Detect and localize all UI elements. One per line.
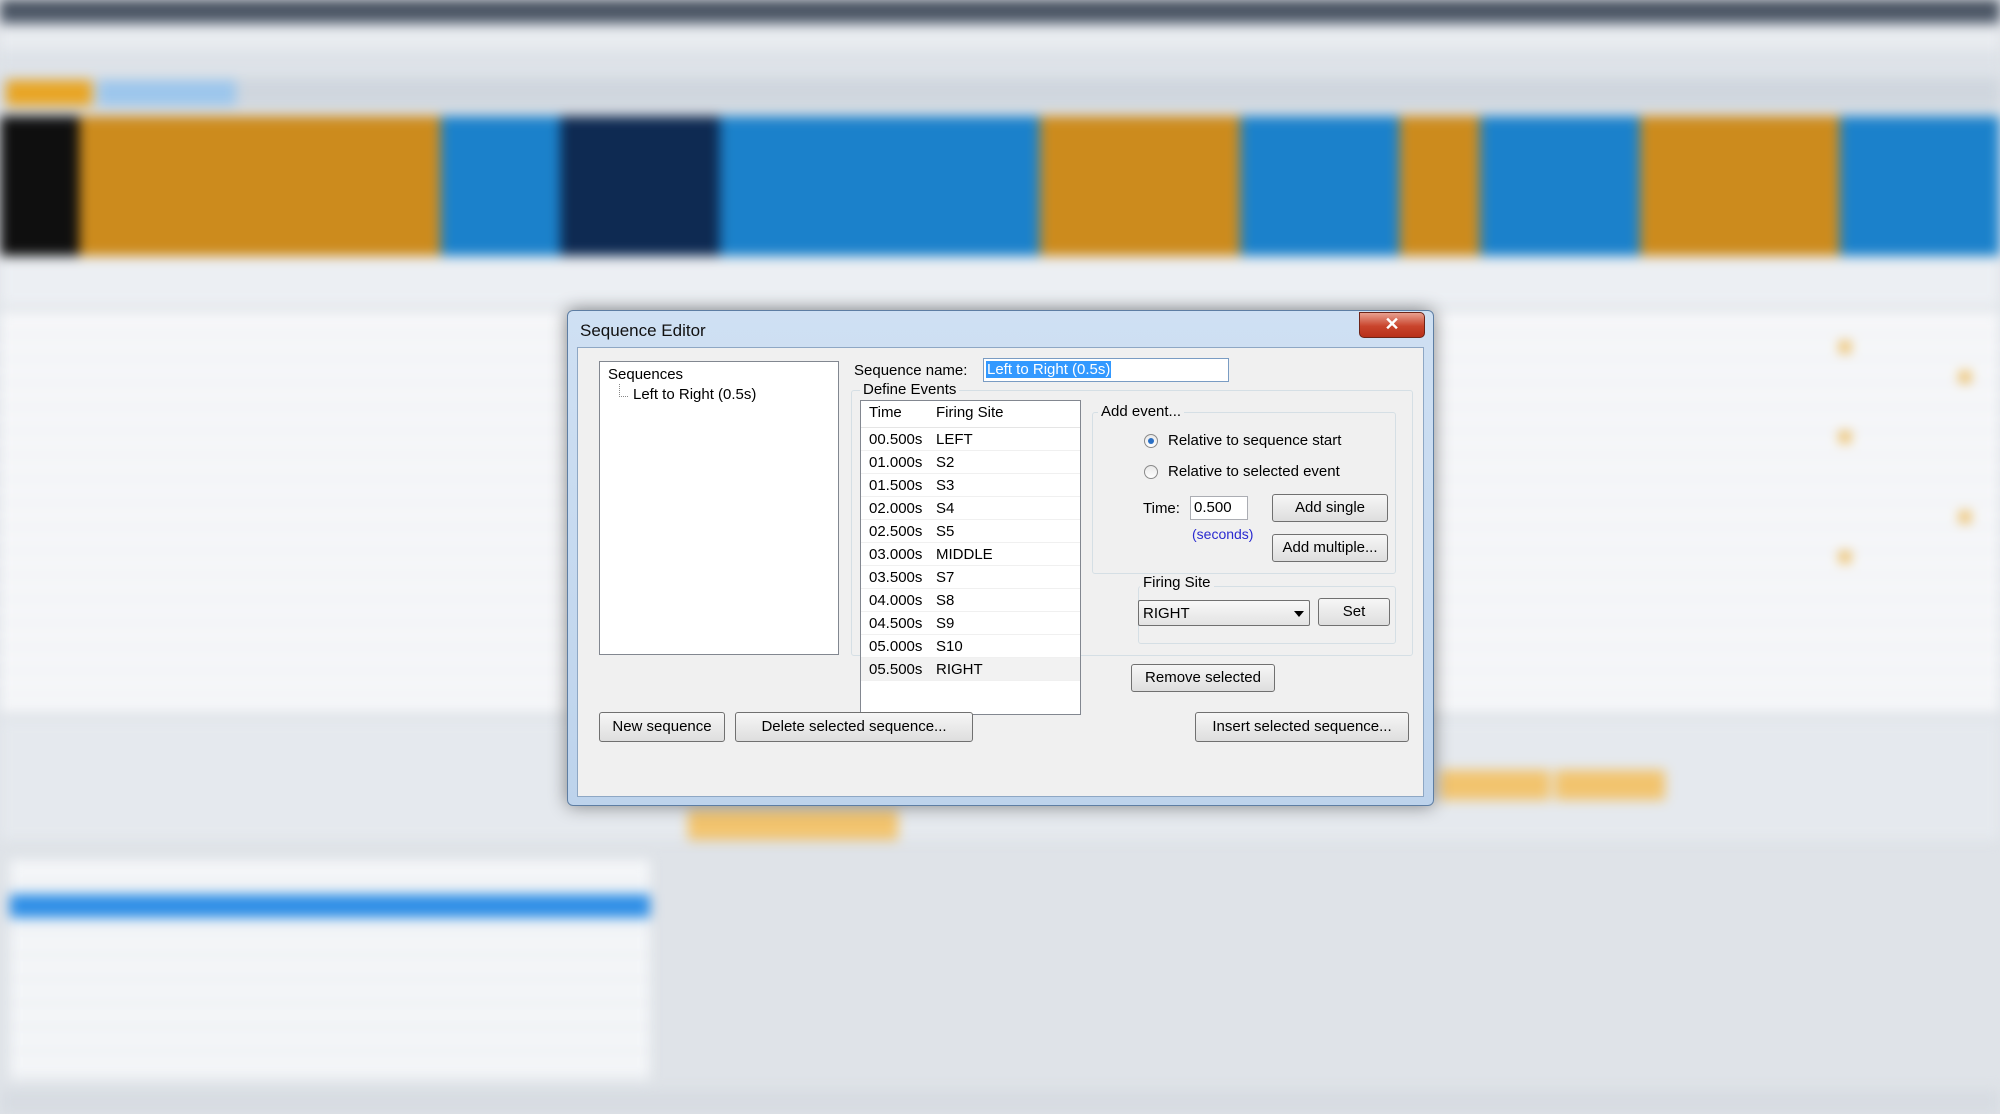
event-row[interactable]: 05.000s S10 [861, 635, 1080, 658]
event-time: 03.500s [869, 569, 923, 586]
event-row-selected[interactable]: 05.500s RIGHT [861, 658, 1080, 681]
tree-root-sequences[interactable]: Sequences [608, 366, 683, 383]
event-row[interactable]: 03.500s S7 [861, 566, 1080, 589]
new-sequence-button[interactable]: New sequence [599, 712, 725, 742]
remove-selected-button[interactable]: Remove selected [1131, 664, 1275, 692]
app-orange-button [1555, 770, 1665, 800]
event-time: 00.500s [869, 431, 923, 448]
event-time: 04.500s [869, 615, 923, 632]
event-site: S2 [936, 454, 955, 471]
define-events-label: Define Events [860, 381, 960, 398]
add-multiple-button[interactable]: Add multiple... [1272, 534, 1388, 562]
event-row[interactable]: 01.000s S2 [861, 451, 1080, 474]
event-time: 02.500s [869, 523, 923, 540]
event-time: 03.000s [869, 546, 923, 563]
event-site: MIDDLE [936, 546, 993, 563]
app-orange-button [688, 810, 898, 840]
app-titlebar [0, 0, 2000, 24]
event-site: RIGHT [936, 661, 983, 678]
close-button[interactable]: ✕ [1359, 312, 1425, 338]
add-single-button[interactable]: Add single [1272, 494, 1388, 522]
event-time: 05.000s [869, 638, 923, 655]
sequence-name-label: Sequence name: [854, 362, 968, 379]
event-site: LEFT [936, 431, 973, 448]
sequence-name-value: Left to Right (0.5s) [986, 361, 1112, 378]
sequence-editor-dialog: Sequence Editor ✕ Sequences Left to Righ… [567, 310, 1434, 806]
radio-relative-selected-label[interactable]: Relative to selected event [1168, 463, 1340, 480]
app-menubar [0, 24, 2000, 50]
dialog-title: Sequence Editor [580, 321, 706, 340]
event-row[interactable]: 03.000s MIDDLE [861, 543, 1080, 566]
app-list [10, 860, 650, 1080]
firing-site-select[interactable]: RIGHT [1138, 600, 1310, 626]
app-tabstrip [0, 78, 2000, 108]
add-event-label: Add event... [1098, 403, 1185, 420]
dialog-client-area: Sequences Left to Right (0.5s) Sequence … [577, 347, 1424, 797]
time-label: Time: [1143, 500, 1180, 517]
app-orange-button [1440, 770, 1550, 800]
event-time: 05.500s [869, 661, 923, 678]
events-table-header: Time Firing Site [861, 401, 1080, 428]
event-time: 04.000s [869, 592, 923, 609]
event-row[interactable]: 01.500s S3 [861, 474, 1080, 497]
event-time: 02.000s [869, 500, 923, 517]
radio-relative-start[interactable] [1144, 434, 1158, 448]
event-site: S8 [936, 592, 955, 609]
sequence-name-input[interactable]: Left to Right (0.5s) [983, 358, 1229, 382]
set-button[interactable]: Set [1318, 598, 1390, 626]
tree-item-sequence[interactable]: Left to Right (0.5s) [633, 386, 756, 403]
app-list-selected-row [10, 894, 650, 918]
column-header-time[interactable]: Time [869, 404, 902, 421]
event-row[interactable]: 04.500s S9 [861, 612, 1080, 635]
event-row[interactable]: 02.500s S5 [861, 520, 1080, 543]
event-time: 01.000s [869, 454, 923, 471]
chevron-down-icon [1294, 611, 1304, 617]
delete-sequence-button[interactable]: Delete selected sequence... [735, 712, 973, 742]
event-site: S10 [936, 638, 963, 655]
radio-relative-start-label[interactable]: Relative to sequence start [1168, 432, 1341, 449]
audio-waveform [0, 116, 2000, 256]
firing-site-value: RIGHT [1143, 605, 1190, 622]
cue-table-right [1420, 312, 2000, 712]
sequences-tree[interactable]: Sequences Left to Right (0.5s) [599, 361, 839, 655]
cue-table-left [0, 312, 570, 712]
seconds-label: (seconds) [1192, 526, 1254, 542]
event-site: S4 [936, 500, 955, 517]
time-input[interactable]: 0.500 [1190, 496, 1248, 520]
app-statusbar [0, 1090, 2000, 1114]
insert-sequence-button[interactable]: Insert selected sequence... [1195, 712, 1409, 742]
event-row[interactable]: 02.000s S4 [861, 497, 1080, 520]
radio-relative-selected[interactable] [1144, 465, 1158, 479]
app-toolbar [0, 50, 2000, 76]
event-site: S5 [936, 523, 955, 540]
app-tab-active [6, 80, 92, 106]
event-row[interactable]: 04.000s S8 [861, 589, 1080, 612]
event-site: S9 [936, 615, 955, 632]
tree-connector [619, 384, 628, 397]
event-site: S7 [936, 569, 955, 586]
app-midbar [0, 256, 2000, 306]
event-row[interactable]: 00.500s LEFT [861, 428, 1080, 451]
column-header-firing-site[interactable]: Firing Site [936, 404, 1004, 421]
event-site: S3 [936, 477, 955, 494]
events-table[interactable]: Time Firing Site 00.500s LEFT 01.000s S2 0… [860, 400, 1081, 715]
firing-site-label: Firing Site [1140, 574, 1214, 591]
app-tab [98, 80, 236, 106]
event-time: 01.500s [869, 477, 923, 494]
